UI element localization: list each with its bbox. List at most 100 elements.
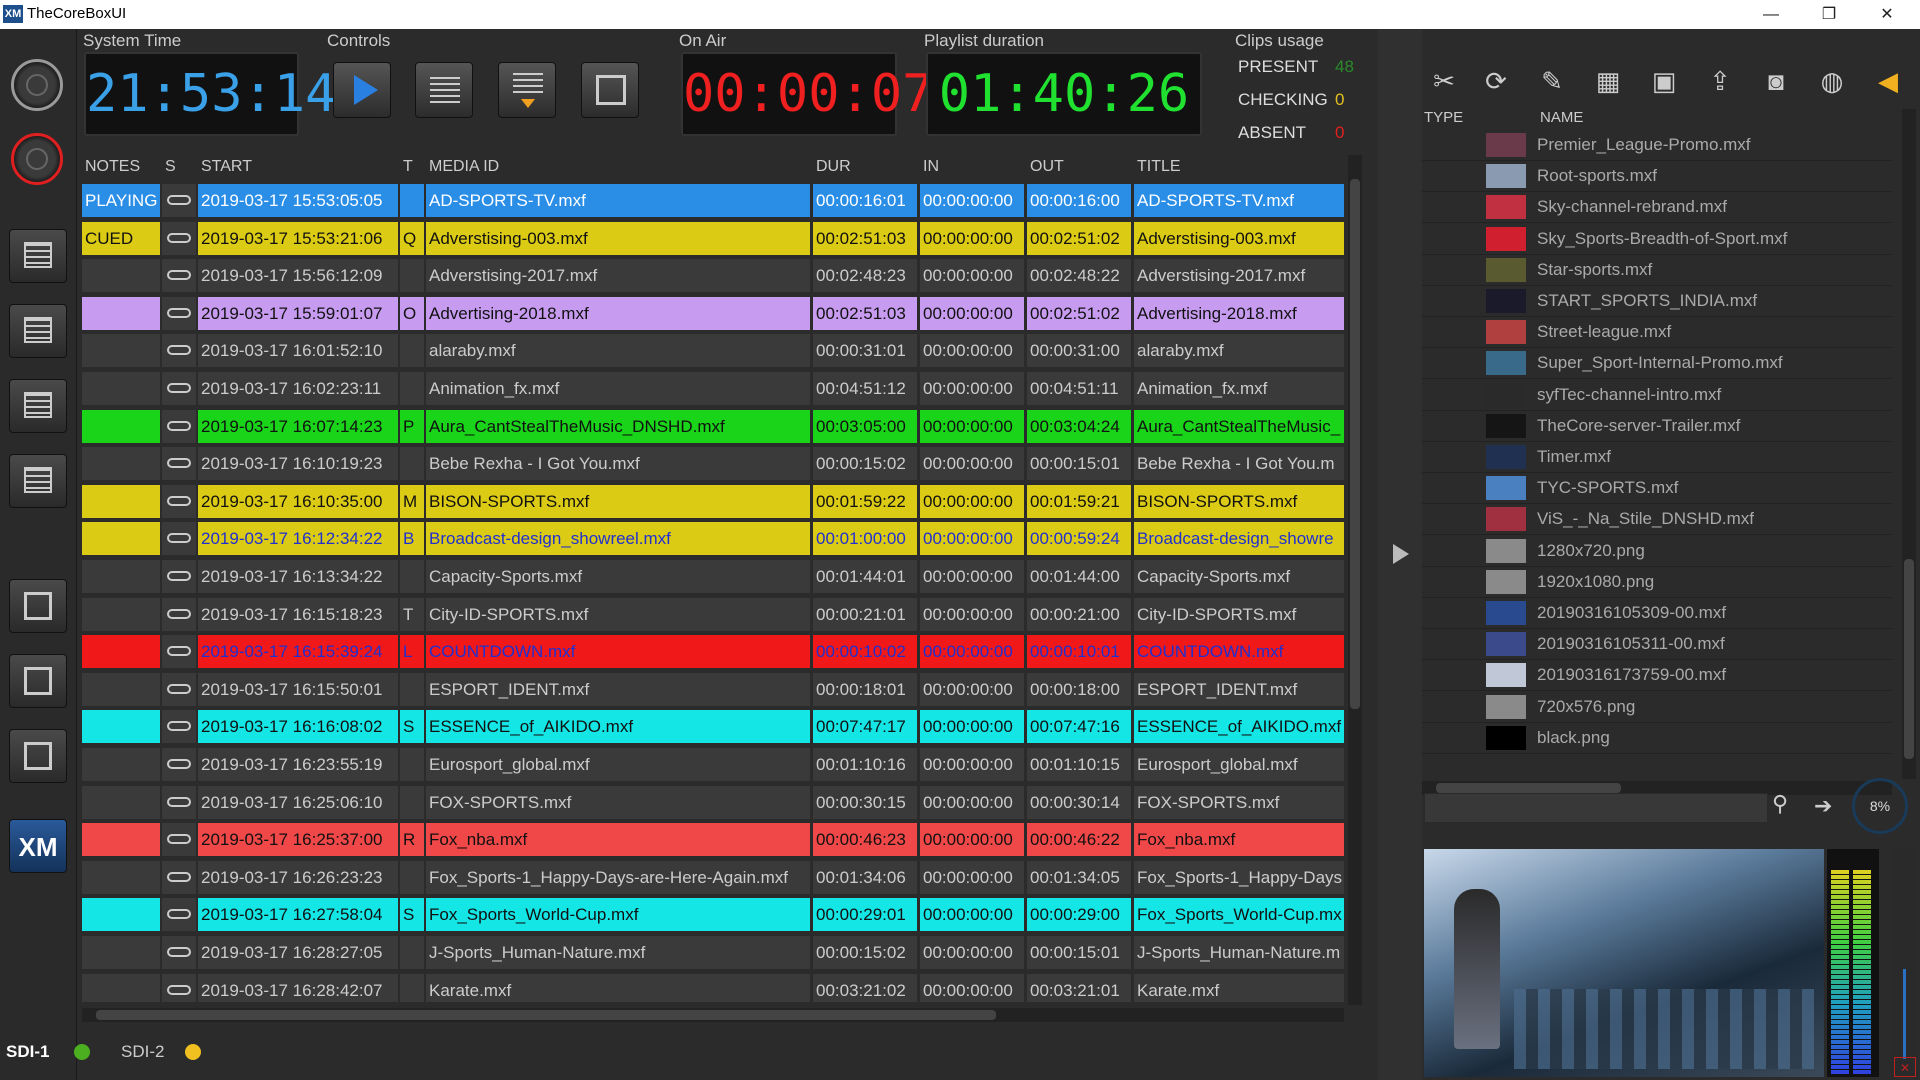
file-list-item[interactable]: 20190316173759-00.mxf — [1422, 659, 1892, 692]
cell-media-id[interactable]: AD-SPORTS-TV.mxf — [426, 184, 810, 217]
file-list-item[interactable]: Sky_Sports-Breadth-of-Sport.mxf — [1422, 223, 1892, 255]
table-row[interactable]: 2019-03-17 16:23:55:19 Eurosport_global.m… — [82, 746, 1344, 784]
column-header-t[interactable]: T — [400, 155, 422, 179]
column-header-s[interactable]: S — [162, 155, 194, 179]
cell-media-id[interactable]: Advertising-2018.mxf — [426, 296, 810, 330]
cell-dur[interactable]: 00:00:29:01 — [813, 898, 917, 932]
cell-out[interactable]: 00:00:29:00 — [1027, 898, 1131, 932]
close-button[interactable]: ✕ — [1858, 0, 1916, 29]
cell-title[interactable]: ESPORT_IDENT.mxf — [1134, 672, 1344, 706]
cell-out[interactable]: 00:00:16:00 — [1027, 184, 1131, 217]
cell-start[interactable]: 2019-03-17 16:25:37:00 — [198, 823, 398, 857]
table-row[interactable]: 2019-03-17 16:28:42:07 Karate.mxf 00:03:21… — [82, 972, 1344, 1002]
cell-type[interactable]: M — [400, 484, 424, 518]
cell-type[interactable]: B — [400, 522, 424, 556]
cell-media-id[interactable]: Aura_CantStealTheMusic_DNSHD.mxf — [426, 409, 810, 443]
media-icon[interactable]: ◙ — [1758, 65, 1794, 97]
cell-s[interactable] — [162, 823, 196, 857]
file-list-item[interactable]: 1280x720.png — [1422, 535, 1892, 567]
cell-s[interactable] — [162, 672, 196, 706]
cell-type[interactable]: R — [400, 823, 424, 857]
cell-notes[interactable] — [82, 635, 160, 669]
table-row[interactable]: 2019-03-17 15:56:12:09 Adverstising-2017.… — [82, 257, 1344, 295]
cell-notes[interactable] — [82, 823, 160, 857]
cell-out[interactable]: 00:00:18:00 — [1027, 672, 1131, 706]
cell-title[interactable]: COUNTDOWN.mxf — [1134, 635, 1344, 669]
table-row[interactable]: 2019-03-17 16:10:35:00 M BISON-SPORTS.mxf 0… — [82, 483, 1344, 521]
horizontal-scroll-thumb[interactable] — [96, 1010, 996, 1020]
cell-dur[interactable]: 00:00:15:02 — [813, 936, 917, 969]
cell-media-id[interactable]: Eurosport_global.mxf — [426, 748, 810, 781]
cell-dur[interactable]: 00:00:21:01 — [813, 597, 917, 631]
cell-type[interactable] — [400, 973, 424, 1002]
table-row[interactable]: 2019-03-17 16:25:37:00 R Fox_nba.mxf 00:00:… — [82, 821, 1344, 859]
output-sdi-2-tab[interactable]: SDI-2 — [121, 1042, 164, 1062]
cell-type[interactable] — [400, 785, 424, 819]
cell-start[interactable]: 2019-03-17 16:25:06:10 — [198, 785, 398, 819]
cell-in[interactable]: 00:00:00:00 — [920, 484, 1024, 518]
cell-media-id[interactable]: Capacity-Sports.mxf — [426, 560, 810, 593]
cell-out[interactable]: 00:01:59:21 — [1027, 484, 1131, 518]
cell-s[interactable] — [162, 898, 196, 932]
cell-notes[interactable] — [82, 785, 160, 819]
table-row[interactable]: CUED 2019-03-17 15:53:21:06 Q Adverstising-… — [82, 220, 1344, 258]
cell-s[interactable] — [162, 372, 196, 405]
table-row[interactable]: 2019-03-17 16:10:19:23 Bebe Rexha - I Got… — [82, 445, 1344, 483]
cell-dur[interactable]: 00:00:10:02 — [813, 635, 917, 669]
cell-media-id[interactable]: Karate.mxf — [426, 973, 810, 1002]
column-header-media-id[interactable]: MEDIA ID — [426, 155, 806, 179]
cell-dur[interactable]: 00:00:31:01 — [813, 334, 917, 368]
cell-out[interactable]: 00:01:44:00 — [1027, 560, 1131, 593]
edit-icon[interactable]: ✎ — [1534, 65, 1570, 97]
cell-notes[interactable]: PLAYING — [82, 184, 160, 217]
cell-type[interactable] — [400, 372, 424, 405]
playlist-delete-button[interactable] — [9, 454, 67, 508]
file-list-item[interactable]: syfTec-channel-intro.mxf — [1422, 379, 1892, 411]
cell-start[interactable]: 2019-03-17 16:07:14:23 — [198, 409, 398, 443]
cell-out[interactable]: 00:00:46:22 — [1027, 823, 1131, 857]
cell-media-id[interactable]: alaraby.mxf — [426, 334, 810, 368]
cell-s[interactable] — [162, 484, 196, 518]
cell-type[interactable]: S — [400, 898, 424, 932]
cell-notes[interactable] — [82, 898, 160, 932]
cell-media-id[interactable]: Animation_fx.mxf — [426, 372, 810, 405]
cell-start[interactable]: 2019-03-17 16:10:35:00 — [198, 484, 398, 518]
cell-in[interactable]: 00:00:00:00 — [920, 522, 1024, 556]
cell-type[interactable]: Q — [400, 221, 424, 255]
table-row[interactable]: 2019-03-17 16:25:06:10 FOX-SPORTS.mxf 00:0… — [82, 784, 1344, 822]
cell-notes[interactable] — [82, 372, 160, 405]
cell-out[interactable]: 00:01:34:05 — [1027, 860, 1131, 894]
xm-logo-button[interactable]: XM — [9, 819, 67, 873]
play-button[interactable] — [333, 62, 391, 118]
cell-title[interactable]: Fox_Sports_World-Cup.mx — [1134, 898, 1344, 932]
cell-in[interactable]: 00:00:00:00 — [920, 184, 1024, 217]
cell-title[interactable]: City-ID-SPORTS.mxf — [1134, 597, 1344, 631]
file-list-item[interactable]: 720x576.png — [1422, 691, 1892, 723]
cell-in[interactable]: 00:00:00:00 — [920, 447, 1024, 481]
clip-edit-button[interactable] — [9, 654, 67, 708]
cell-out[interactable]: 00:02:51:02 — [1027, 221, 1131, 255]
cell-title[interactable]: Aura_CantStealTheMusic_ — [1134, 409, 1344, 443]
table-row[interactable]: 2019-03-17 16:28:27:05 J-Sports_Human-Nat… — [82, 934, 1344, 972]
column-header-out[interactable]: OUT — [1027, 155, 1127, 179]
cell-type[interactable]: L — [400, 635, 424, 669]
minimize-button[interactable]: — — [1742, 0, 1800, 29]
cell-notes[interactable] — [82, 334, 160, 368]
cell-start[interactable]: 2019-03-17 16:12:34:22 — [198, 522, 398, 556]
cell-media-id[interactable]: City-ID-SPORTS.mxf — [426, 597, 810, 631]
cell-title[interactable]: AD-SPORTS-TV.mxf — [1134, 184, 1344, 217]
clip-remove-button[interactable] — [9, 729, 67, 783]
cell-notes[interactable] — [82, 597, 160, 631]
table-horizontal-scrollbar[interactable] — [82, 1008, 1344, 1022]
cell-start[interactable]: 2019-03-17 15:53:05:05 — [198, 184, 398, 217]
cell-type[interactable] — [400, 560, 424, 593]
cell-title[interactable]: BISON-SPORTS.mxf — [1134, 484, 1344, 518]
cell-out[interactable]: 00:03:04:24 — [1027, 409, 1131, 443]
file-list-item[interactable]: 20190316105309-00.mxf — [1422, 597, 1892, 629]
search-input[interactable] — [1424, 793, 1768, 823]
output-sdi-1-tab[interactable]: SDI-1 — [6, 1042, 49, 1062]
cell-in[interactable]: 00:00:00:00 — [920, 597, 1024, 631]
column-header-notes[interactable]: NOTES — [82, 155, 157, 179]
cell-title[interactable]: ESSENCE_of_AIKIDO.mxf — [1134, 710, 1344, 744]
cell-dur[interactable]: 00:00:16:01 — [813, 184, 917, 217]
